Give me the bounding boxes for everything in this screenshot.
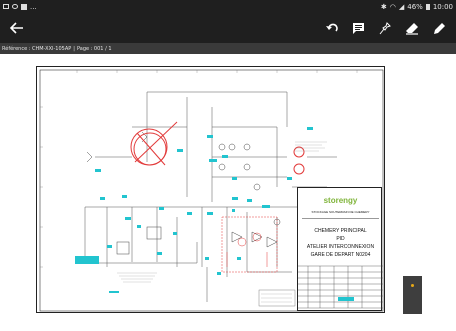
title-line-1: STOCKAGE SOUTERRAIN DE CHEMERY bbox=[311, 210, 370, 214]
system-indicators: ✱ ◠ ◢ 46% 10:00 bbox=[381, 3, 453, 11]
revision-table bbox=[298, 265, 383, 309]
title-line-4: ATELIER INTERCONNEXION bbox=[306, 244, 375, 250]
arrow-left-icon[interactable] bbox=[10, 22, 24, 34]
wifi-icon: ◠ bbox=[389, 2, 396, 11]
status-bar: ... ✱ ◠ ◢ 46% 10:00 bbox=[0, 0, 456, 13]
cell-signal-icon: ◢ bbox=[398, 2, 405, 11]
battery-percent: 46% bbox=[407, 2, 423, 11]
title-line-3: PID bbox=[336, 236, 345, 242]
title-line-2: CHEMERY PRINCIPAL bbox=[314, 228, 367, 234]
title-block: storengy STOCKAGE SOUTERRAIN DE CHEMERY … bbox=[297, 187, 383, 311]
pin-icon[interactable] bbox=[379, 21, 391, 35]
notification-ellipsis: ... bbox=[30, 2, 37, 11]
pencil-icon[interactable] bbox=[433, 22, 446, 35]
page-marker-icon bbox=[411, 284, 414, 287]
undo-icon[interactable] bbox=[326, 23, 338, 33]
image-notification-icon bbox=[3, 4, 9, 9]
title-divider bbox=[302, 218, 379, 219]
storengy-logo: storengy bbox=[323, 196, 358, 205]
bluetooth-icon: ✱ bbox=[380, 2, 387, 11]
signal-notification-icon bbox=[12, 4, 18, 9]
clock: 10:00 bbox=[432, 2, 453, 11]
reference-label: Référence : CHM-XXI-105AP bbox=[2, 45, 72, 52]
drawing-page[interactable]: storengy STOCKAGE SOUTERRAIN DE CHEMERY … bbox=[36, 66, 385, 313]
notification-icons: ... bbox=[3, 3, 37, 11]
toolbar-actions bbox=[326, 21, 446, 35]
top-toolbar bbox=[0, 13, 456, 43]
reference-separator: | bbox=[73, 45, 75, 52]
page-indicator: Page : 001 / 1 bbox=[76, 45, 112, 52]
battery-icon bbox=[425, 3, 430, 10]
comment-icon[interactable] bbox=[352, 22, 365, 35]
app-notification-icon bbox=[21, 3, 27, 10]
eraser-icon[interactable] bbox=[405, 22, 419, 35]
title-line-5: GARE DE DEPART N0204 bbox=[310, 252, 371, 258]
reference-bar: Référence : CHM-XXI-105AP | Page : 001 /… bbox=[0, 43, 456, 54]
thumbnail-side-tab[interactable] bbox=[403, 276, 422, 314]
